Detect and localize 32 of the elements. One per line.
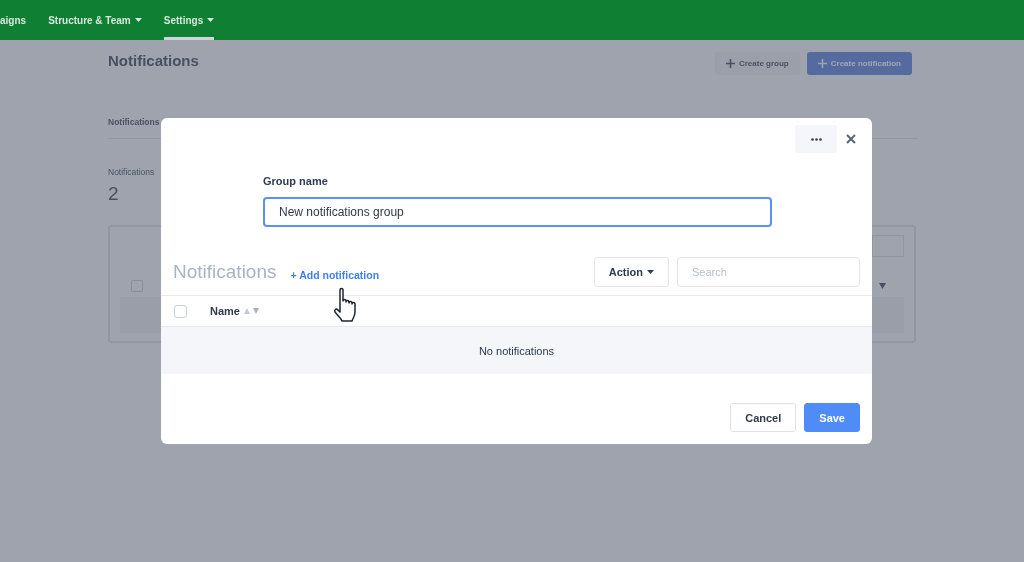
cancel-button[interactable]: Cancel [730, 403, 797, 432]
hand-cursor-icon [333, 287, 359, 323]
stat-value: 2 [108, 183, 120, 205]
column-header[interactable]: Name [210, 305, 260, 317]
search-field[interactable]: Search [677, 257, 860, 287]
create-button[interactable]: Create group [714, 52, 800, 75]
field-label: Group name [263, 175, 329, 187]
caret-icon [647, 270, 654, 274]
stat-label: Notifications [108, 167, 155, 177]
nav-item[interactable]: Structure & Team [48, 0, 142, 40]
group-name-field[interactable]: New notifications group [263, 197, 772, 227]
checkbox[interactable] [174, 304, 187, 318]
nav-item[interactable]: Settings [163, 0, 215, 40]
nav-item[interactable]: aigns [0, 0, 27, 40]
action-dropdown[interactable]: Action [593, 257, 669, 287]
save-button[interactable]: Save [804, 403, 860, 432]
create-button[interactable]: Create notification [806, 52, 912, 75]
tab-label[interactable]: Notifications [108, 117, 160, 127]
close-icon[interactable] [846, 134, 856, 144]
plus-icon [725, 59, 735, 68]
sort-icon [243, 307, 260, 315]
page-title: Notifications [108, 51, 199, 69]
more-button[interactable] [795, 125, 837, 153]
empty-message: No notifications [161, 327, 872, 374]
section-title: Notifications [173, 261, 277, 283]
plus-icon [817, 59, 827, 68]
caret-icon [134, 18, 142, 22]
add-notification-link[interactable]: + Add notification [290, 268, 380, 281]
sort-icon [879, 283, 886, 289]
more-icon [810, 137, 822, 141]
caret-icon [207, 18, 215, 22]
search-field[interactable] [872, 235, 904, 257]
